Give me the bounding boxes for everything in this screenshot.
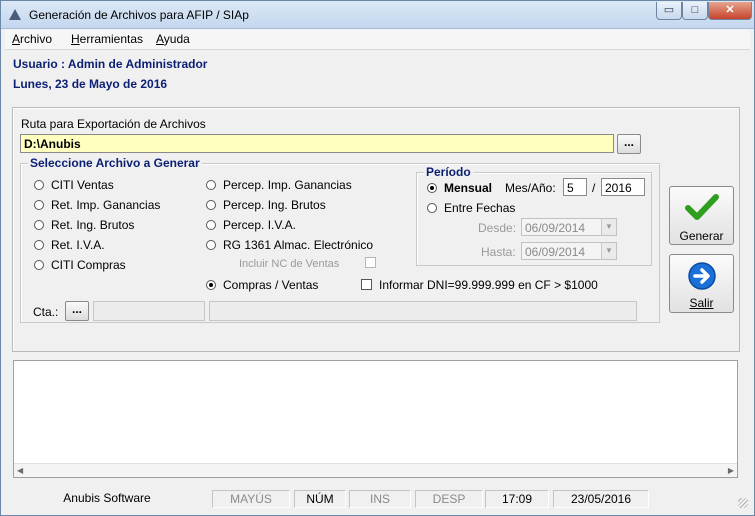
radio-entre-fechas[interactable]: [427, 203, 437, 213]
output-log[interactable]: ◀ ▶: [13, 360, 738, 478]
radio-citi-compras[interactable]: [34, 260, 44, 270]
percep-imp-ganancias-label: Percep. Imp. Ganancias: [223, 178, 352, 192]
desde-label: Desde:: [478, 221, 517, 235]
month-year-separator: /: [592, 181, 596, 195]
include-nc-checkbox[interactable]: [365, 257, 376, 268]
arrow-right-icon: [688, 262, 716, 290]
close-icon: ✕: [725, 4, 735, 16]
status-ins: INS: [349, 490, 411, 508]
chevron-down-icon[interactable]: ▼: [601, 243, 616, 259]
ret-imp-ganancias-label: Ret. Imp. Ganancias: [51, 198, 161, 212]
date-label: Lunes, 23 de Mayo de 2016: [13, 77, 168, 91]
radio-ret-imp-ganancias[interactable]: [34, 200, 44, 210]
salir-label: Salir: [689, 296, 714, 310]
horizontal-scrollbar[interactable]: ◀ ▶: [14, 463, 737, 477]
desde-date-picker[interactable]: 06/09/2014 ▼: [521, 218, 617, 236]
compras-ventas-label: Compras / Ventas: [223, 278, 319, 292]
radio-rg-1361[interactable]: [206, 240, 216, 250]
export-path-label: Ruta para Exportación de Archivos: [21, 117, 206, 131]
informar-dni-checkbox[interactable]: [361, 279, 372, 290]
generar-label: Generar: [679, 229, 724, 243]
citi-ventas-label: CITI Ventas: [51, 178, 114, 192]
resize-grip-icon[interactable]: [738, 498, 748, 508]
citi-compras-label: CITI Compras: [51, 258, 126, 272]
export-path-input[interactable]: D:\Anubis: [20, 134, 614, 153]
ret-iva-label: Ret. I.V.A.: [51, 238, 105, 252]
hasta-label: Hasta:: [481, 245, 516, 259]
percep-iva-label: Percep. I.V.A.: [223, 218, 296, 232]
minimize-icon: ▭: [663, 4, 675, 16]
maximize-button[interactable]: □: [682, 2, 708, 20]
radio-ret-iva[interactable]: [34, 240, 44, 250]
entre-fechas-label: Entre Fechas: [444, 201, 516, 215]
menu-herramientas[interactable]: Herramientas: [71, 32, 143, 46]
menu-ayuda[interactable]: Ayuda: [156, 32, 190, 46]
chevron-down-icon[interactable]: ▼: [601, 219, 616, 235]
desde-date-value: 06/09/2014: [525, 221, 586, 235]
radio-citi-ventas[interactable]: [34, 180, 44, 190]
mes-anio-label: Mes/Año:: [505, 181, 556, 195]
app-icon: [9, 9, 21, 20]
cta-description-field: [209, 301, 637, 321]
browse-path-button[interactable]: ...: [617, 134, 641, 154]
title-bar[interactable]: Generación de Archivos para AFIP / SIAp …: [1, 1, 754, 29]
scroll-left-icon[interactable]: ◀: [17, 464, 23, 478]
user-label: Usuario : Admin de Administrador: [13, 57, 208, 71]
cta-browse-button[interactable]: ...: [65, 301, 89, 321]
status-desp: DESP: [415, 490, 483, 508]
radio-percep-imp-ganancias[interactable]: [206, 180, 216, 190]
period-title: Período: [424, 165, 473, 179]
cta-label: Cta.:: [33, 305, 59, 319]
percep-ing-brutos-label: Percep. Ing. Brutos: [223, 198, 326, 212]
menu-archivo[interactable]: Archivo: [12, 32, 52, 46]
year-input[interactable]: 2016: [601, 178, 645, 196]
file-selection-title: Seleccione Archivo a Generar: [28, 156, 202, 170]
month-input[interactable]: 5: [563, 178, 587, 196]
status-num: NÚM: [294, 490, 346, 508]
informar-dni-label: Informar DNI=99.999.999 en CF > $1000: [379, 278, 598, 292]
cta-code-field: [93, 301, 205, 321]
generar-button[interactable]: Generar: [669, 186, 734, 245]
hasta-date-picker[interactable]: 06/09/2014 ▼: [521, 242, 617, 260]
minimize-button[interactable]: ▭: [656, 2, 682, 20]
mensual-label: Mensual: [444, 181, 493, 195]
hasta-date-value: 06/09/2014: [525, 245, 586, 259]
status-mayus: MAYÚS: [212, 490, 290, 508]
status-date: 23/05/2016: [553, 490, 649, 508]
menu-bar: Archivo Herramientas Ayuda: [5, 30, 750, 50]
maximize-icon: □: [691, 4, 699, 16]
scroll-right-icon[interactable]: ▶: [728, 464, 734, 478]
close-button[interactable]: ✕: [708, 2, 752, 20]
radio-percep-iva[interactable]: [206, 220, 216, 230]
window-title: Generación de Archivos para AFIP / SIAp: [29, 8, 249, 22]
radio-compras-ventas[interactable]: [206, 280, 216, 290]
checkmark-icon: [685, 194, 719, 220]
radio-mensual[interactable]: [427, 183, 437, 193]
radio-ret-ing-brutos[interactable]: [34, 220, 44, 230]
status-bar: Anubis Software MAYÚS NÚM INS DESP 17:09…: [5, 488, 750, 510]
main-window: Generación de Archivos para AFIP / SIAp …: [0, 0, 755, 516]
ret-ing-brutos-label: Ret. Ing. Brutos: [51, 218, 135, 232]
status-time: 17:09: [485, 490, 549, 508]
rg-1361-label: RG 1361 Almac. Electrónico: [223, 238, 374, 252]
radio-percep-ing-brutos[interactable]: [206, 200, 216, 210]
status-company: Anubis Software: [63, 491, 151, 505]
include-nc-label: Incluir NC de Ventas: [239, 258, 340, 270]
salir-button[interactable]: Salir: [669, 254, 734, 313]
